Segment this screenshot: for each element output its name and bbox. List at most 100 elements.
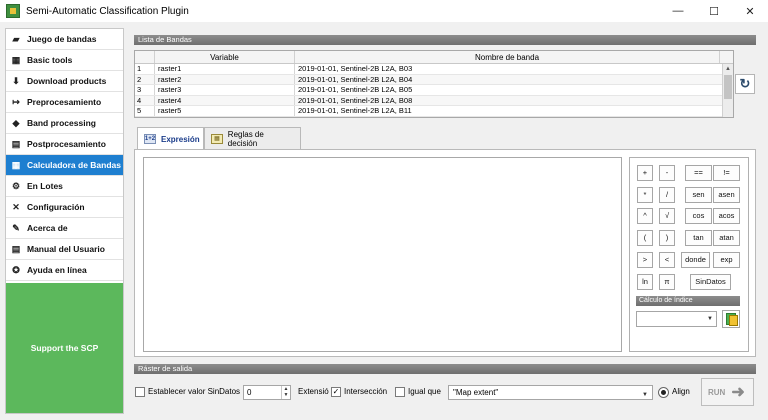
greater-than-button[interactable]: > <box>637 252 653 268</box>
variable-cell[interactable]: raster3 <box>155 85 295 95</box>
cos-button[interactable]: cos <box>685 208 712 224</box>
tools-icon: ✕ <box>12 201 20 212</box>
asin-button[interactable]: asen <box>713 187 740 203</box>
sidebar-item-basic-tools[interactable]: ▦ Basic tools <box>6 50 123 71</box>
same-as-checkbox[interactable] <box>395 387 405 397</box>
sidebar-item-user-manual[interactable]: ▤ Manual del Usuario <box>6 239 123 260</box>
band-name-cell[interactable]: 2019-01-01, Sentinel-2B L2A, B04 <box>295 75 720 85</box>
column-header-variable[interactable]: Variable <box>155 51 295 63</box>
atan-button[interactable]: atan <box>713 230 740 246</box>
batch-icon: ⚙ <box>11 180 21 191</box>
band-name-cell[interactable]: 2019-01-01, Sentinel-2B L2A, B05 <box>295 85 720 95</box>
band-name-cell[interactable]: 2019-01-01, Sentinel-2B L2A, B08 <box>295 96 720 106</box>
align-radio[interactable] <box>658 387 669 398</box>
intersection-checkbox[interactable]: ✓ <box>331 387 341 397</box>
where-button[interactable]: donde <box>681 252 710 268</box>
title-bar: Semi-Automatic Classification Plugin — ☐… <box>0 0 768 22</box>
intersection-label: Intersección <box>344 387 388 396</box>
set-nodata-checkbox[interactable] <box>135 387 145 397</box>
sidebar-item-label: Preprocesamiento <box>27 97 102 107</box>
sidebar-item-label: Download products <box>27 76 107 86</box>
output-raster-header: Ráster de salida <box>134 364 756 374</box>
sqrt-button[interactable]: √ <box>659 208 675 224</box>
plus-button[interactable]: + <box>637 165 653 181</box>
variable-cell[interactable]: raster4 <box>155 95 295 105</box>
band-name-cell[interactable]: 2019-01-01, Sentinel-2B L2A, B11 <box>295 106 720 116</box>
pi-button[interactable]: π <box>659 274 675 290</box>
sidebar-item-label: Postprocesamiento <box>27 139 106 149</box>
sidebar-item-label: Ayuda en línea <box>27 265 87 275</box>
run-button[interactable]: RUN ➜ <box>701 378 754 406</box>
variable-cell[interactable]: raster5 <box>155 106 295 116</box>
calculator-icon: ▦ <box>11 159 21 170</box>
run-label: RUN <box>708 387 726 397</box>
band-table: Variable Nombre de banda 1 raster1 2019-… <box>134 50 734 118</box>
sidebar-item-band-calc[interactable]: ▦ Calculadora de Bandas <box>6 155 123 176</box>
sidebar-item-download-products[interactable]: ⬇ Download products <box>6 71 123 92</box>
table-row[interactable]: 5 raster5 2019-01-01, Sentinel-2B L2A, B… <box>135 106 733 117</box>
scp-logo-icon <box>6 4 20 18</box>
table-row[interactable]: 2 raster2 2019-01-01, Sentinel-2B L2A, B… <box>135 74 733 85</box>
band-name-cell[interactable]: 2019-01-01, Sentinel-2B L2A, B03 <box>295 64 720 74</box>
nodata-button[interactable]: SinDatos <box>690 274 731 290</box>
manual-icon: ▤ <box>11 243 21 254</box>
row-number-header <box>135 51 155 63</box>
exp-button[interactable]: exp <box>713 252 740 268</box>
less-than-button[interactable]: < <box>659 252 675 268</box>
column-header-band-name[interactable]: Nombre de banda <box>295 51 720 63</box>
index-select[interactable]: ▼ <box>636 311 717 327</box>
extent-select[interactable]: "Map extent" ▼ <box>448 385 653 400</box>
divide-button[interactable]: / <box>659 187 675 203</box>
acos-button[interactable]: acos <box>713 208 740 224</box>
minus-button[interactable]: - <box>659 165 675 181</box>
sidebar-item-postprocessing[interactable]: ▤ Postprocesamiento <box>6 134 123 155</box>
sidebar-item-settings[interactable]: ✕ Configuración <box>6 197 123 218</box>
postprocessing-icon: ▤ <box>11 138 21 149</box>
table-row[interactable]: 1 raster1 2019-01-01, Sentinel-2B L2A, B… <box>135 64 733 75</box>
add-index-button[interactable] <box>722 310 740 328</box>
band-processing-icon: ◆ <box>12 117 20 128</box>
sidebar-item-online-help[interactable]: ✪ Ayuda en línea <box>6 260 123 281</box>
help-icon: ✪ <box>12 264 20 275</box>
equal-button[interactable]: == <box>685 165 712 181</box>
sidebar: ▰ Juego de bandas ▦ Basic tools ⬇ Download … <box>5 28 124 414</box>
run-arrow-icon: ➜ <box>731 384 745 401</box>
sidebar-item-band-processing[interactable]: ◆ Band processing <box>6 113 123 134</box>
expression-editor[interactable] <box>143 157 622 352</box>
sin-button[interactable]: sen <box>685 187 712 203</box>
spin-arrows-icon[interactable]: ▲ ▼ <box>281 386 290 399</box>
reload-bands-button[interactable]: ↻ <box>735 74 755 94</box>
power-button[interactable]: ^ <box>637 208 653 224</box>
tan-button[interactable]: tan <box>685 230 712 246</box>
support-scp-button[interactable]: Support the SCP <box>6 283 123 413</box>
table-row[interactable]: 3 raster3 2019-01-01, Sentinel-2B L2A, B… <box>135 85 733 96</box>
table-header: Variable Nombre de banda <box>135 51 733 64</box>
extent-label: Extensió <box>298 387 329 396</box>
close-paren-button[interactable]: ) <box>659 230 675 246</box>
scroll-up-icon[interactable]: ▲ <box>723 64 733 74</box>
sidebar-item-label: Calculadora de Bandas <box>27 160 122 170</box>
not-equal-button[interactable]: != <box>713 165 740 181</box>
variable-cell[interactable]: raster1 <box>155 64 295 74</box>
align-label: Align <box>672 387 690 396</box>
tab-decision-rules[interactable]: ▦ Reglas de decisión <box>204 127 301 149</box>
close-button[interactable]: ✕ <box>732 0 768 22</box>
variable-cell[interactable]: raster2 <box>155 74 295 84</box>
maximize-button[interactable]: ☐ <box>696 0 732 22</box>
tab-expression[interactable]: 1+2 Expresión <box>137 127 204 150</box>
sidebar-item-batch[interactable]: ⚙ En Lotes <box>6 176 123 197</box>
scroll-thumb[interactable] <box>724 75 732 99</box>
multiply-button[interactable]: * <box>637 187 653 203</box>
sidebar-item-preprocessing[interactable]: ↦ Preprocesamiento <box>6 92 123 113</box>
minimize-button[interactable]: — <box>660 0 696 22</box>
ln-button[interactable]: ln <box>637 274 653 290</box>
row-number: 5 <box>135 106 155 116</box>
band-list-header: Lista de Bandas <box>134 35 756 45</box>
sidebar-item-about[interactable]: ✎ Acerca de <box>6 218 123 239</box>
sidebar-item-band-set[interactable]: ▰ Juego de bandas <box>6 29 123 50</box>
table-scrollbar[interactable]: ▲ <box>722 64 733 117</box>
open-paren-button[interactable]: ( <box>637 230 653 246</box>
table-row[interactable]: 4 raster4 2019-01-01, Sentinel-2B L2A, B… <box>135 95 733 106</box>
sidebar-item-label: Acerca de <box>27 223 68 233</box>
nodata-value-input[interactable]: 0 ▲ ▼ <box>243 385 291 400</box>
